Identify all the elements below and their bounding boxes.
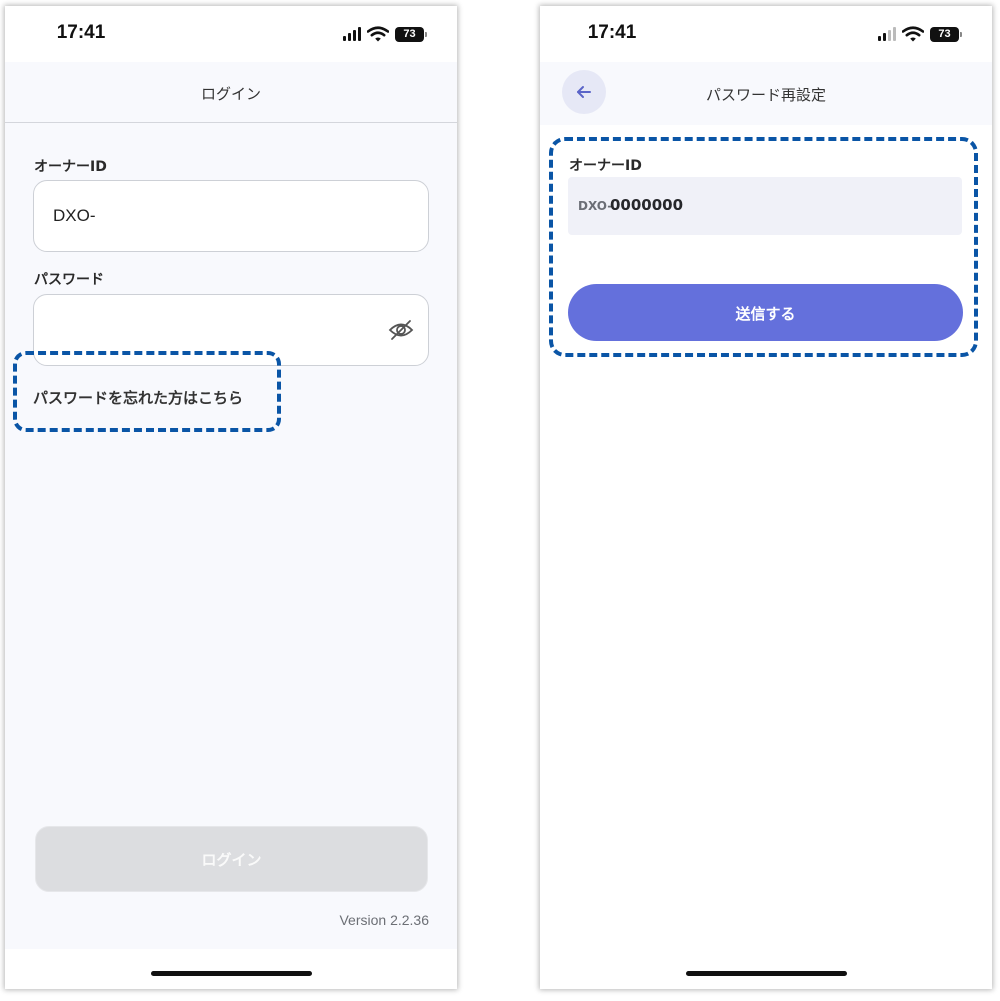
eye-off-icon[interactable] [388,319,414,341]
page-title: ログイン [200,85,261,103]
page-title: パスワード再設定 [705,86,826,104]
cellular-signal-icon [343,27,361,41]
cellular-signal-icon [878,27,896,41]
nav-bar: パスワード再設定 [540,62,992,125]
home-indicator [151,971,312,976]
status-icons: 73 [343,25,427,43]
owner-id-value: DXO- [53,206,96,225]
login-phone-screen: 17:41 73 ログイン オーナーID DXO- パスワード パスワードを忘れ… [5,6,457,989]
status-time: 17:41 [587,22,637,43]
password-label: パスワード [34,272,104,288]
status-bar: 17:41 73 [540,6,992,62]
status-icons: 73 [878,25,962,43]
screenshot-canvas: 17:41 73 ログイン オーナーID DXO- パスワード パスワードを忘れ… [0,0,1000,1001]
wifi-icon [902,26,924,42]
battery-tip [425,31,427,37]
forgot-password-highlight-frame [13,351,281,432]
battery-icon: 73 [395,26,424,42]
login-button[interactable]: ログイン [35,826,428,892]
status-bar: 17:41 73 [5,6,457,62]
owner-id-input[interactable]: DXO- [33,180,429,252]
wifi-icon [367,26,389,42]
reset-form-highlight-frame [549,137,978,357]
nav-bar: ログイン [5,62,457,123]
battery-tip [960,31,962,37]
owner-id-label: オーナーID [34,159,107,175]
status-time: 17:41 [56,22,106,43]
home-indicator [686,971,847,976]
login-screen: ログイン オーナーID DXO- パスワード パスワードを忘れた方はこちら ログ… [5,62,457,949]
battery-icon: 73 [930,26,959,42]
version-text: Version 2.2.36 [339,912,429,928]
login-button-label: ログイン [201,851,262,869]
